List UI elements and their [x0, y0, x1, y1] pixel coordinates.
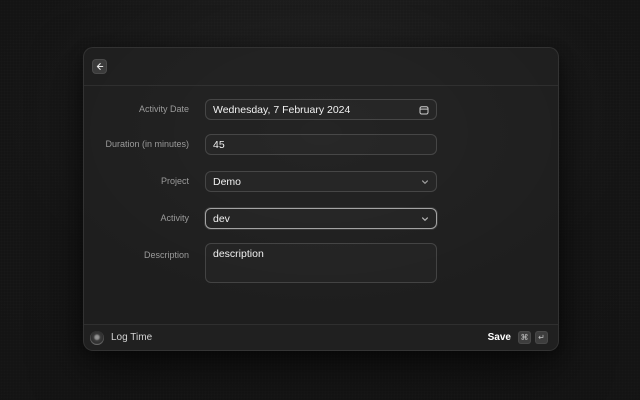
duration-label: Duration (in minutes) [84, 134, 189, 155]
log-time-app-icon [90, 331, 104, 345]
project-select[interactable]: Demo [205, 171, 437, 192]
return-key-icon: ↵ [535, 331, 548, 344]
footer-title: Log Time [111, 332, 152, 343]
description-label: Description [84, 249, 189, 261]
activity-date-label: Activity Date [84, 99, 189, 120]
activity-label: Activity [84, 208, 189, 229]
arrow-left-icon [95, 62, 104, 71]
log-time-window: Activity Date Wednesday, 7 February 2024… [83, 47, 559, 351]
form-row-duration: Duration (in minutes) [84, 134, 558, 155]
form-row-activity: Activity dev [84, 208, 558, 229]
description-textarea[interactable]: description [205, 243, 437, 283]
activity-value: dev [213, 213, 230, 225]
form-row-activity-date: Activity Date Wednesday, 7 February 2024 [84, 99, 558, 120]
duration-input[interactable] [205, 134, 437, 155]
window-footer: Log Time Save ⌘ ↵ [84, 324, 558, 350]
back-button[interactable] [92, 59, 107, 74]
window-header [84, 48, 558, 86]
form-row-description: Description description [84, 243, 558, 283]
command-key-icon: ⌘ [518, 331, 531, 344]
project-value: Demo [213, 176, 241, 188]
activity-date-value: Wednesday, 7 February 2024 [213, 104, 350, 116]
chevron-down-icon [421, 215, 429, 223]
save-button[interactable]: Save ⌘ ↵ [488, 331, 548, 344]
chevron-down-icon [421, 178, 429, 186]
project-label: Project [84, 171, 189, 192]
save-label: Save [488, 332, 511, 343]
activity-select[interactable]: dev [205, 208, 437, 229]
activity-date-field[interactable]: Wednesday, 7 February 2024 [205, 99, 437, 120]
calendar-icon [419, 105, 429, 115]
form-row-project: Project Demo [84, 171, 558, 192]
